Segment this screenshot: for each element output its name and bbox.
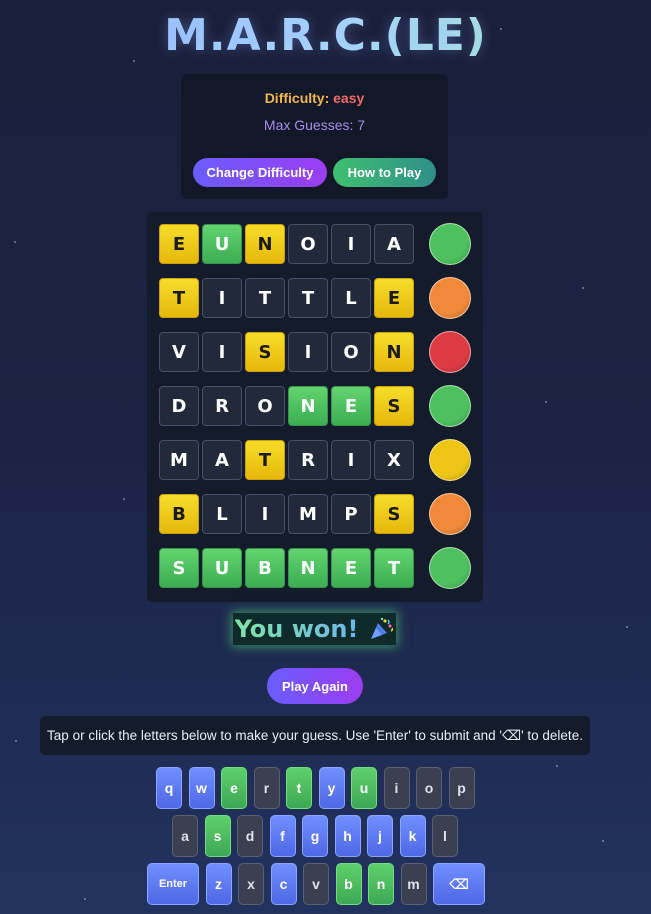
key-z[interactable]: z: [205, 863, 232, 905]
key-p[interactable]: p: [448, 767, 475, 809]
key-e[interactable]: e: [221, 767, 247, 809]
letter-tile: I: [202, 332, 242, 372]
difficulty-display: Difficulty: easy: [181, 90, 448, 106]
letter-tile: E: [374, 278, 414, 318]
key-f[interactable]: f: [269, 815, 296, 857]
letter-tile: S: [159, 548, 199, 588]
letter-tile: X: [374, 440, 414, 480]
key-y[interactable]: y: [318, 767, 345, 809]
letter-tile: O: [288, 224, 328, 264]
letter-tile: I: [245, 494, 285, 534]
change-difficulty-button[interactable]: Change Difficulty: [193, 158, 327, 187]
letter-tile: N: [374, 332, 414, 372]
key-r[interactable]: r: [253, 767, 280, 809]
key-k[interactable]: k: [399, 815, 426, 857]
settings-panel: Difficulty: easy Max Guesses: 7 Change D…: [181, 74, 448, 199]
letter-tile: L: [331, 278, 371, 318]
letter-tile: T: [245, 440, 285, 480]
letter-tile: M: [288, 494, 328, 534]
letter-tile: S: [245, 332, 285, 372]
play-again-button[interactable]: Play Again: [267, 668, 363, 704]
key-j[interactable]: j: [367, 815, 393, 857]
row-result-indicator: [429, 331, 471, 373]
row-result-indicator: [429, 277, 471, 319]
letter-tile: A: [374, 224, 414, 264]
row-result-indicator: [429, 493, 471, 535]
letter-tile: I: [331, 440, 371, 480]
letter-tile: U: [202, 548, 242, 588]
letter-tile: T: [245, 278, 285, 318]
letter-tile: I: [202, 278, 242, 318]
letter-tile: N: [288, 548, 328, 588]
key-s[interactable]: s: [204, 815, 231, 857]
key-w[interactable]: w: [188, 767, 215, 809]
key-x[interactable]: x: [238, 863, 264, 905]
letter-tile: L: [202, 494, 242, 534]
letter-tile: M: [159, 440, 199, 480]
key-l[interactable]: l: [432, 815, 458, 857]
max-guesses: Max Guesses: 7: [263, 117, 366, 133]
key-b[interactable]: b: [335, 863, 362, 905]
letter-tile: O: [245, 386, 285, 426]
letter-tile: T: [288, 278, 328, 318]
row-result-indicator: [429, 223, 471, 265]
letter-tile: S: [374, 386, 414, 426]
letter-tile: N: [288, 386, 328, 426]
letter-tile: O: [331, 332, 371, 372]
key-u[interactable]: u: [351, 767, 377, 809]
letter-tile: I: [288, 332, 328, 372]
letter-tile: T: [374, 548, 414, 588]
key-t[interactable]: t: [286, 767, 312, 809]
key-d[interactable]: d: [237, 815, 263, 857]
key-g[interactable]: g: [302, 815, 328, 857]
how-to-play-button[interactable]: How to Play: [333, 158, 436, 187]
difficulty-label: Difficulty:: [264, 90, 330, 106]
difficulty-value: easy: [333, 90, 365, 106]
letter-tile: U: [202, 224, 242, 264]
letter-tile: B: [159, 494, 199, 534]
guess-board: EUNOIATITTLEVISIONDRONESMATRIXBLIMPSSUBN…: [147, 212, 483, 602]
letter-tile: P: [331, 494, 371, 534]
letter-tile: R: [202, 386, 242, 426]
letter-tile: V: [159, 332, 199, 372]
game-title: M.A.R.C.(LE): [0, 10, 651, 61]
key-c[interactable]: c: [270, 863, 297, 905]
key-backspace[interactable]: ⌫: [433, 863, 485, 905]
row-result-indicator: [429, 547, 471, 589]
key-enter[interactable]: Enter: [147, 863, 199, 905]
letter-tile: R: [288, 440, 328, 480]
result-message: You won!: [234, 615, 359, 643]
key-m[interactable]: m: [400, 863, 427, 905]
key-n[interactable]: n: [368, 863, 394, 905]
letter-tile: E: [331, 548, 371, 588]
result-banner: You won!: [233, 613, 396, 645]
letter-tile: T: [159, 278, 199, 318]
key-o[interactable]: o: [416, 767, 442, 809]
key-a[interactable]: a: [172, 815, 198, 857]
row-result-indicator: [429, 439, 471, 481]
key-h[interactable]: h: [334, 815, 361, 857]
letter-tile: E: [159, 224, 199, 264]
letter-tile: A: [202, 440, 242, 480]
instructions-text: Tap or click the letters below to make y…: [40, 716, 590, 755]
key-q[interactable]: q: [156, 767, 182, 809]
letter-tile: N: [245, 224, 285, 264]
party-popper-icon: [368, 617, 394, 641]
letter-tile: B: [245, 548, 285, 588]
letter-tile: I: [331, 224, 371, 264]
letter-tile: D: [159, 386, 199, 426]
letter-tile: E: [331, 386, 371, 426]
row-result-indicator: [429, 385, 471, 427]
key-i[interactable]: i: [383, 767, 410, 809]
letter-tile: S: [374, 494, 414, 534]
key-v[interactable]: v: [303, 863, 329, 905]
